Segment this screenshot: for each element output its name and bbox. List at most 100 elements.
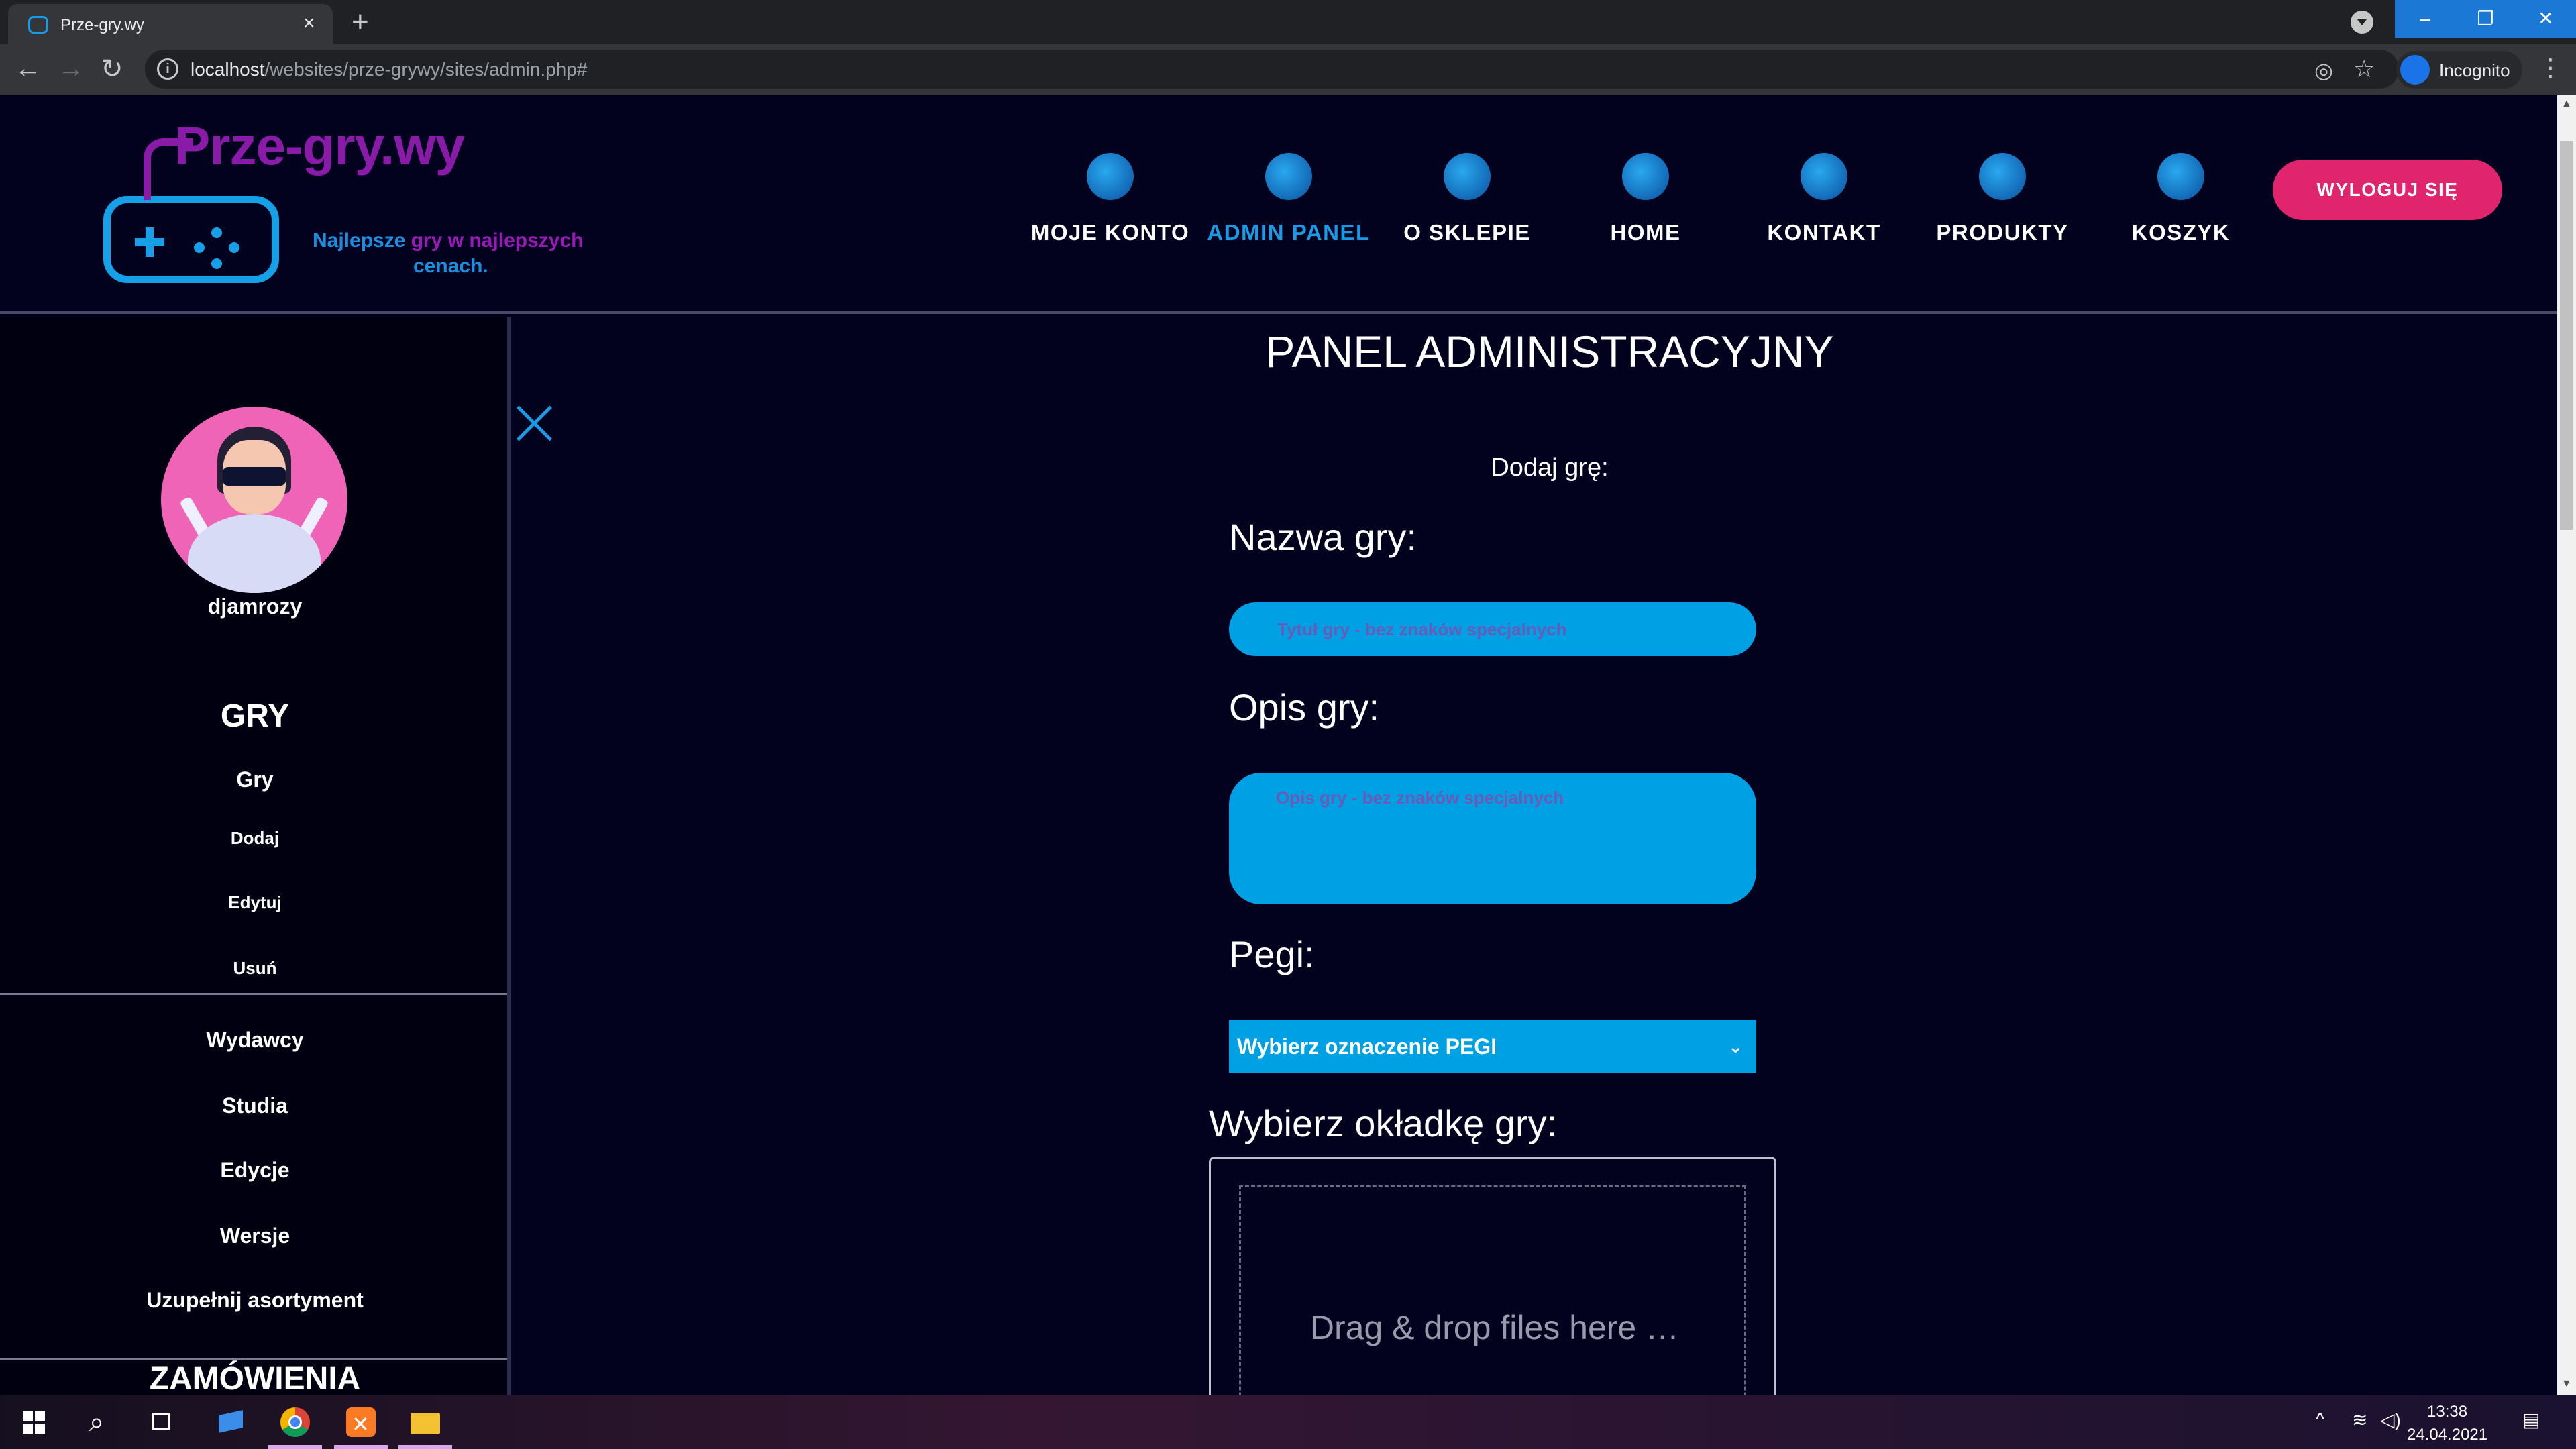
sidebar-section-gry: GRY — [220, 698, 290, 734]
incognito-label: Incognito — [2439, 60, 2510, 80]
sidebar-divider — [0, 1358, 507, 1360]
windows-start-icon[interactable] — [17, 1405, 52, 1440]
browser-menu-icon[interactable]: ⋮ — [2538, 54, 2563, 82]
url-text[interactable]: localhost/websites/prze-grywy/sites/admi… — [191, 59, 587, 80]
reload-icon[interactable]: ↻ — [101, 54, 123, 85]
task-view-icon[interactable] — [144, 1405, 178, 1440]
back-icon[interactable]: ← — [15, 54, 42, 84]
page-scrollbar[interactable]: ▲ ▼ — [2557, 95, 2576, 1395]
file-dropzone[interactable]: Drag & drop files here … — [1239, 1185, 1746, 1395]
windows-taskbar: ⌕ ✕ ^ ≋ ◁) 13:38 24.04.2021 ▤ — [0, 1395, 2576, 1449]
scroll-down-arrow-icon[interactable]: ▼ — [2561, 1378, 2572, 1390]
browser-tab[interactable]: Prze-gry.wy × — [8, 4, 333, 44]
avatar — [161, 407, 347, 593]
admin-main-content: PANEL ADMINISTRACYJNY Dodaj grę: Nazwa g… — [515, 317, 2557, 1395]
network-icon[interactable]: ≋ — [2352, 1409, 2367, 1431]
incognito-icon — [2400, 55, 2430, 85]
scroll-up-arrow-icon[interactable]: ▲ — [2561, 98, 2572, 110]
window-close-button[interactable]: ✕ — [2516, 0, 2576, 38]
game-name-label: Nazwa gry: — [1229, 516, 1417, 558]
nav-label: PRODUKTY — [1936, 220, 2069, 245]
logout-button[interactable]: WYLOGUJ SIĘ — [2273, 160, 2502, 220]
nav-kontakt[interactable]: KONTAKT — [1735, 153, 1913, 246]
game-description-textarea[interactable] — [1229, 773, 1756, 904]
forward-icon[interactable]: → — [58, 54, 85, 84]
volume-icon[interactable]: ◁) — [2380, 1409, 2401, 1431]
cover-upload-box: Drag & drop files here … — [1209, 1157, 1776, 1395]
clock-time: 13:38 — [2427, 1403, 2468, 1421]
sidebar-item-uzupelnij-asortyment[interactable]: Uzupełnij asortyment — [0, 1288, 507, 1313]
site-logo[interactable]: Prze-gry.wy Najlepsze gry w najlepszych … — [94, 115, 617, 297]
pegi-select[interactable]: Wybierz oznaczenie PEGI ⌄ — [1229, 1020, 1756, 1073]
nav-label: HOME — [1610, 220, 1681, 245]
file-explorer-icon[interactable] — [408, 1405, 443, 1440]
sidebar-item-dodaj[interactable]: Dodaj — [0, 828, 507, 849]
sidebar-divider — [0, 993, 507, 995]
scrollbar-thumb[interactable] — [2560, 141, 2573, 530]
tab-title: Prze-gry.wy — [60, 16, 144, 34]
tracking-protection-icon[interactable]: ◎ — [2314, 58, 2333, 83]
pegi-label: Pegi: — [1229, 933, 1315, 975]
address-bar[interactable]: i localhost/websites/prze-grywy/sites/ad… — [145, 50, 2399, 89]
nav-o-sklepie[interactable]: O SKLEPIE — [1378, 153, 1556, 246]
nav-label: ADMIN PANEL — [1207, 220, 1371, 245]
pegi-selected-value: Wybierz oznaczenie PEGI — [1237, 1034, 1497, 1059]
nav-label: KONTAKT — [1767, 220, 1881, 245]
game-name-input[interactable] — [1229, 602, 1756, 656]
tab-close-icon[interactable]: × — [303, 12, 315, 35]
cover-label: Wybierz okładkę gry: — [1209, 1102, 1558, 1144]
tab-search-icon[interactable] — [2351, 11, 2373, 34]
new-tab-button[interactable]: + — [352, 5, 369, 39]
cart-icon — [2157, 153, 2204, 200]
notification-center-icon[interactable]: ▤ — [2522, 1409, 2540, 1431]
phone-icon — [1801, 153, 1847, 200]
page-title: PANEL ADMINISTRACYJNY — [1265, 327, 1834, 376]
sidebar-item-edycje[interactable]: Edycje — [0, 1158, 507, 1183]
gamepad-logo-icon — [103, 196, 279, 283]
gamepad-icon — [1979, 153, 2026, 200]
nav-admin-panel[interactable]: ADMIN PANEL — [1199, 153, 1378, 246]
nav-produkty[interactable]: PRODUKTY — [1913, 153, 2092, 246]
nav-moje-konto[interactable]: MOJE KONTO — [1021, 153, 1199, 246]
chrome-icon[interactable] — [278, 1405, 313, 1440]
admin-icon — [1265, 153, 1312, 200]
nav-label: O SKLEPIE — [1403, 220, 1531, 245]
sidebar-item-gry[interactable]: Gry — [0, 767, 507, 792]
restore-button[interactable]: ❐ — [2455, 0, 2516, 38]
game-description-label: Opis gry: — [1229, 686, 1380, 729]
site-info-icon[interactable]: i — [157, 58, 178, 80]
xampp-icon[interactable]: ✕ — [343, 1405, 378, 1440]
nav-home[interactable]: HOME — [1556, 153, 1735, 246]
account-icon — [1087, 153, 1134, 200]
admin-sidebar: djamrozy GRY Gry Dodaj Edytuj Usuń Wydaw… — [0, 317, 511, 1395]
nav-koszyk[interactable]: KOSZYK — [2092, 153, 2270, 246]
sidebar-item-studia[interactable]: Studia — [0, 1093, 507, 1118]
home-icon — [1622, 153, 1669, 200]
about-icon — [1444, 153, 1491, 200]
nav-label: KOSZYK — [2131, 220, 2231, 245]
explorer-active-indicator — [398, 1445, 452, 1449]
gamepad-favicon-icon — [28, 16, 48, 34]
system-clock[interactable]: 13:38 24.04.2021 — [2407, 1401, 2487, 1446]
chrome-active-indicator — [268, 1445, 322, 1449]
sidebar-item-wersje[interactable]: Wersje — [0, 1224, 507, 1248]
browser-tab-bar: Prze-gry.wy × + – ❐ ✕ — [0, 0, 2576, 44]
site-header: Prze-gry.wy Najlepsze gry w najlepszych … — [0, 95, 2557, 314]
sidebar-item-wydawcy[interactable]: Wydawcy — [0, 1028, 507, 1053]
clock-date: 24.04.2021 — [2407, 1426, 2488, 1444]
username: djamrozy — [207, 594, 303, 619]
incognito-profile-button[interactable]: Incognito — [2396, 51, 2522, 89]
sidebar-item-edytuj[interactable]: Edytuj — [0, 892, 507, 913]
logo-tagline: Najlepsze gry w najlepszych cenach. — [313, 229, 584, 277]
sidebar-item-usun[interactable]: Usuń — [0, 958, 507, 979]
minimize-button[interactable]: – — [2395, 0, 2455, 38]
form-heading: Dodaj grę: — [1491, 453, 1609, 482]
xampp-active-indicator — [334, 1445, 388, 1449]
sidebar-section-zamowienia: ZAMÓWIENIA — [149, 1361, 361, 1395]
search-icon[interactable]: ⌕ — [79, 1405, 114, 1440]
pinned-app-icon[interactable] — [213, 1405, 248, 1440]
chevron-down-icon: ⌄ — [1728, 1036, 1743, 1057]
show-hidden-icons-icon[interactable]: ^ — [2316, 1409, 2324, 1430]
nav-label: MOJE KONTO — [1030, 220, 1190, 245]
bookmark-star-icon[interactable]: ☆ — [2353, 55, 2375, 83]
